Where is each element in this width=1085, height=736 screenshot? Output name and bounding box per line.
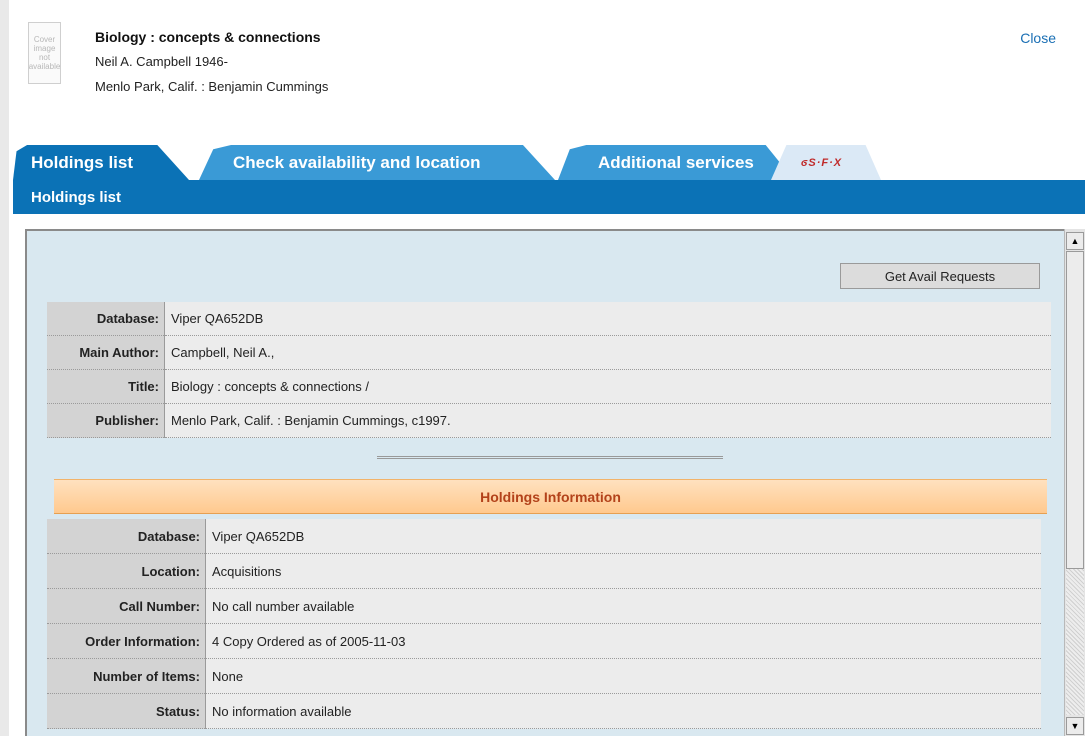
row-label: Main Author:: [47, 335, 165, 370]
divider: [377, 456, 723, 459]
scroll-up-arrow-icon[interactable]: ▲: [1066, 232, 1084, 250]
section-title: Holdings list: [31, 189, 121, 206]
row-label: Order Information:: [47, 623, 206, 659]
close-link[interactable]: Close: [1020, 30, 1056, 46]
table-row: Call Number: No call number available: [47, 588, 1041, 624]
tab-label: Holdings list: [31, 152, 133, 172]
table-row: Main Author: Campbell, Neil A.,: [47, 335, 1051, 370]
row-value: Acquisitions: [205, 553, 1041, 589]
record-author: Neil A. Campbell 1946-: [95, 54, 228, 69]
table-row: Status: No information available: [47, 693, 1041, 729]
row-label: Location:: [47, 553, 206, 589]
tab-sfx[interactable]: ϭS·F·X: [771, 145, 881, 180]
scroll-down-arrow-icon[interactable]: ▼: [1066, 717, 1084, 735]
tab-check-availability[interactable]: Check availability and location: [199, 145, 555, 180]
table-row: Database: Viper QA652DB: [47, 302, 1051, 336]
scrollbar-thumb[interactable]: [1066, 251, 1084, 569]
tab-label: Check availability and location: [233, 152, 481, 172]
section-bar: Holdings list: [13, 180, 1085, 214]
row-value: Campbell, Neil A.,: [164, 335, 1051, 370]
row-label: Status:: [47, 693, 206, 729]
row-value: Viper QA652DB: [164, 302, 1051, 336]
table-row: Order Information: 4 Copy Ordered as of …: [47, 623, 1041, 659]
record-detail-table: Database: Viper QA652DB Main Author: Cam…: [47, 302, 1051, 438]
get-avail-requests-button[interactable]: Get Avail Requests: [840, 263, 1040, 289]
record-publication: Menlo Park, Calif. : Benjamin Cummings: [95, 79, 329, 94]
table-row: Publisher: Menlo Park, Calif. : Benjamin…: [47, 403, 1051, 438]
row-label: Call Number:: [47, 588, 206, 624]
row-label: Database:: [47, 519, 206, 554]
holdings-table: Database: Viper QA652DB Location: Acquis…: [47, 519, 1041, 729]
row-label: Publisher:: [47, 403, 165, 438]
row-value: No information available: [205, 693, 1041, 729]
table-row: Title: Biology : concepts & connections …: [47, 369, 1051, 404]
record-title: Biology : concepts & connections: [95, 29, 321, 45]
sfx-logo: ϭS·F·X: [801, 156, 843, 169]
tab-bar: Holdings list Check availability and loc…: [13, 145, 1085, 180]
row-label: Number of Items:: [47, 658, 206, 694]
scrollbar-track[interactable]: [1066, 569, 1084, 715]
row-label: Title:: [47, 369, 165, 404]
record-header: Cover image not available Biology : conc…: [28, 22, 1068, 112]
row-value: Biology : concepts & connections /: [164, 369, 1051, 404]
table-row: Number of Items: None: [47, 658, 1041, 694]
vertical-scrollbar[interactable]: ▲ ▼: [1064, 229, 1085, 736]
cover-image-placeholder: Cover image not available: [28, 22, 61, 84]
row-label: Database:: [47, 302, 165, 336]
row-value: Viper QA652DB: [205, 519, 1041, 554]
left-edge: [0, 0, 9, 736]
tab-additional-services[interactable]: Additional services: [558, 145, 794, 180]
holdings-information-header: Holdings Information: [54, 479, 1047, 514]
row-value: No call number available: [205, 588, 1041, 624]
table-row: Location: Acquisitions: [47, 553, 1041, 589]
row-value: 4 Copy Ordered as of 2005-11-03: [205, 623, 1041, 659]
holdings-panel: Get Avail Requests Database: Viper QA652…: [25, 229, 1085, 736]
tab-label: Additional services: [598, 152, 754, 172]
row-value: Menlo Park, Calif. : Benjamin Cummings, …: [164, 403, 1051, 438]
table-row: Database: Viper QA652DB: [47, 519, 1041, 554]
row-value: None: [205, 658, 1041, 694]
tab-holdings-list[interactable]: Holdings list: [13, 145, 189, 180]
